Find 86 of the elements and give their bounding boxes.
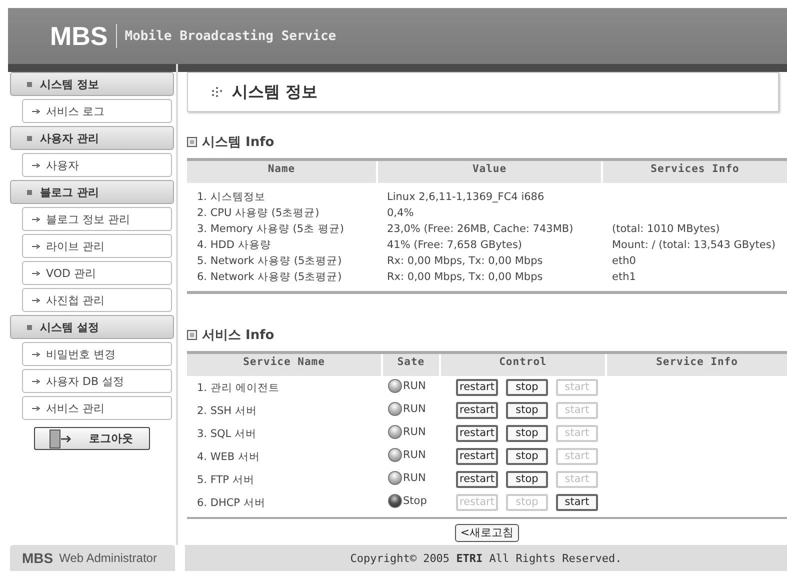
status-text: RUN	[403, 424, 426, 438]
arrow-icon	[32, 270, 40, 276]
table-cell-text: eth0	[611, 254, 637, 269]
column-header: Services Info	[602, 160, 787, 183]
menu-item[interactable]: VOD 관리	[22, 261, 172, 285]
control-button[interactable]: stop	[506, 448, 548, 465]
menu-item[interactable]: 사용자	[22, 153, 172, 177]
column-header: Name	[187, 160, 377, 183]
menu-item[interactable]: 서비스 관리	[22, 396, 172, 420]
table-cell: 1. 시스템정보	[187, 183, 377, 205]
arrow-icon	[32, 406, 40, 410]
control-button[interactable]: restart	[456, 402, 498, 419]
menu-item[interactable]: 사진첩 관리	[22, 288, 172, 312]
door-icon	[47, 428, 73, 448]
arrow-icon	[32, 244, 40, 248]
table-cell: Rx: 0,00 Mbps, Tx: 0,00 Mbps	[377, 269, 602, 292]
status-text: Stop	[403, 494, 427, 508]
table-cell-text: 23,0% (Free: 26MB, Cache: 743MB)	[386, 222, 574, 237]
control-button[interactable]: start	[556, 494, 598, 511]
table-cell-text: 3. SQL 서버	[196, 426, 258, 442]
menu-group-header[interactable]: 블로그 관리	[10, 180, 174, 204]
table-cell-text: 6. DHCP 서버	[196, 496, 266, 510]
control-button[interactable]: restart	[456, 448, 498, 465]
refresh-button[interactable]: <새로고침	[455, 524, 519, 542]
column-header: Sate	[382, 352, 440, 376]
site-subtitle: Mobile Broadcasting Service	[124, 28, 336, 44]
bullet-icon	[27, 324, 32, 330]
control-button[interactable]: restart	[456, 425, 498, 442]
menu-item[interactable]: 사용자 DB 설정	[22, 369, 172, 393]
table-cell-text: 4. HDD 사용량	[196, 238, 272, 253]
page-title: 시스템 정보	[187, 72, 779, 112]
table-cell: 6. Network 사용량 (5초평균)	[187, 269, 377, 292]
control-button[interactable]: stop	[506, 471, 548, 488]
section-heading: 서비스 Info	[202, 327, 274, 344]
column-header: Service Info	[606, 352, 787, 376]
section-heading: 시스템 Info	[202, 134, 274, 151]
section-icon	[187, 137, 197, 147]
table-cell-text: 3. Memory 사용량 (5초 평균)	[196, 222, 345, 237]
arrow-icon	[32, 298, 40, 302]
table-cell: Linux 2,6,11-1,1369_FC4 i686	[377, 183, 602, 205]
table-cell-text: 5. FTP 서버	[196, 472, 256, 488]
dots-icon	[212, 87, 222, 97]
column-header: Value	[377, 160, 602, 183]
status-text: RUN	[403, 402, 426, 416]
menu-group-header[interactable]: 사용자 관리	[10, 126, 174, 150]
menu-item[interactable]: 라이브 관리	[22, 234, 172, 258]
table-cell-text: (total: 1010 MBytes)	[611, 222, 721, 237]
table-cell-text: Rx: 0,00 Mbps, Tx: 0,00 Mbps	[386, 254, 544, 269]
section-icon	[187, 330, 197, 340]
arrow-icon	[32, 108, 40, 114]
status-text: RUN	[403, 378, 426, 392]
status-text: RUN	[403, 470, 426, 484]
menu-item[interactable]: 서비스 로그	[22, 99, 172, 123]
table-cell-text: 2. CPU 사용량 (5초평균)	[196, 206, 320, 221]
menu-item[interactable]: 블로그 정보 관리	[22, 207, 172, 231]
table-cell-text: 0,4%	[386, 206, 415, 221]
arrow-icon	[32, 378, 40, 384]
logout-button[interactable]: 로그아웃	[34, 427, 150, 450]
footer-logo: MBS	[22, 550, 54, 566]
column-header: Service Name	[187, 352, 382, 376]
control-button[interactable]: stop	[506, 379, 548, 396]
bullet-icon	[27, 190, 32, 194]
table-cell-text: Mount: / (total: 13,543 GBytes)	[611, 238, 776, 253]
bullet-icon	[27, 82, 32, 86]
table-cell: 1. 관리 에이전트	[187, 376, 382, 399]
logo: MBS	[50, 20, 108, 52]
table-cell-text: 4. WEB 서버	[196, 450, 261, 464]
control-button[interactable]: restart	[456, 471, 498, 488]
menu-item[interactable]: 비밀번호 변경	[22, 342, 172, 366]
arrow-icon	[32, 162, 40, 168]
copyright-text: Copyright© 2005 ETRI All Rights Reserved.	[350, 552, 622, 564]
arrow-icon	[32, 352, 40, 356]
menu-group-header[interactable]: 시스템 정보	[10, 72, 174, 96]
arrow-icon	[32, 216, 40, 222]
control-button[interactable]: stop	[506, 425, 548, 442]
table-cell-text: 5. Network 사용량 (5초평균)	[196, 254, 343, 269]
table-cell: eth1	[602, 269, 787, 292]
status-text: RUN	[403, 448, 426, 462]
menu-group-header[interactable]: 시스템 설정	[10, 315, 174, 339]
column-header: Control	[440, 352, 606, 376]
control-button[interactable]: restart	[456, 379, 498, 396]
table-cell-text: 2. SSH 서버	[196, 404, 258, 418]
table-cell-text: 41% (Free: 7,658 GBytes)	[386, 238, 524, 253]
bullet-icon	[27, 136, 32, 140]
footer-product-name: Web Administrator	[59, 551, 157, 565]
control-button[interactable]: stop	[506, 402, 548, 419]
